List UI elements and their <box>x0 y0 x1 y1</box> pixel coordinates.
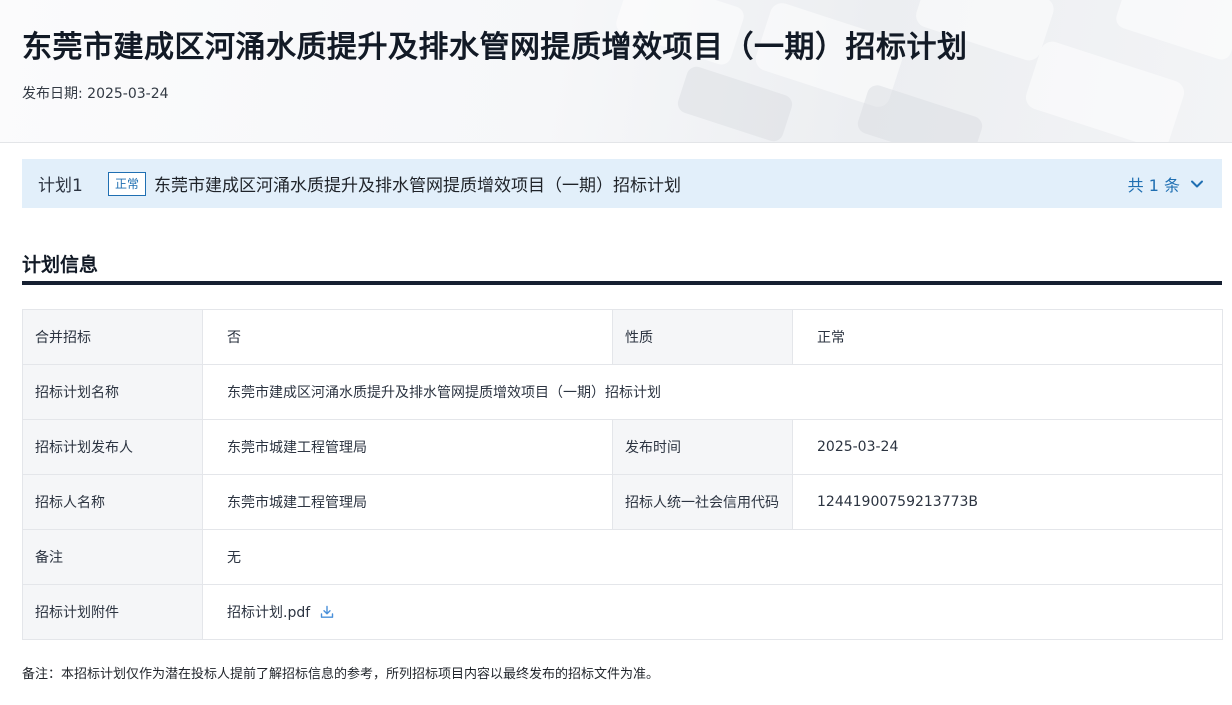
chevron-down-icon[interactable] <box>1190 177 1204 191</box>
section-title: 计划信息 <box>22 254 99 276</box>
attachment-link[interactable]: 招标计划.pdf <box>227 602 334 622</box>
nature-value: 正常 <box>792 309 1223 365</box>
publish-date: 发布日期: 2025-03-24 <box>22 86 169 102</box>
plan-name-label: 招标计划名称 <box>22 364 203 420</box>
publisher-value: 东莞市城建工程管理局 <box>202 419 613 475</box>
plan-count-label: 共 1 条 <box>1127 175 1180 195</box>
credit-code-value: 12441900759213773B <box>792 474 1223 530</box>
table-row: 招标人名称 东莞市城建工程管理局 招标人统一社会信用代码 12441900759… <box>22 474 1223 530</box>
table-row: 招标计划名称 东莞市建成区河涌水质提升及排水管网提质增效项目（一期）招标计划 <box>22 364 1223 420</box>
merged-tender-value: 否 <box>202 309 613 365</box>
plan-info-table: 合并招标 否 性质 正常 招标计划名称 东莞市建成区河涌水质提升及排水管网提质增… <box>22 309 1223 640</box>
merged-tender-label: 合并招标 <box>22 309 203 365</box>
plan-name-value: 东莞市建成区河涌水质提升及排水管网提质增效项目（一期）招标计划 <box>202 364 1223 420</box>
page-title: 东莞市建成区河涌水质提升及排水管网提质增效项目（一期）招标计划 <box>22 30 968 65</box>
remark-value: 无 <box>202 529 1223 585</box>
publish-time-label: 发布时间 <box>612 419 793 475</box>
plan-index: 计划1 <box>38 176 83 196</box>
attachment-filename[interactable]: 招标计划.pdf <box>227 602 310 622</box>
plan-selector-bar[interactable]: 计划1 正常 东莞市建成区河涌水质提升及排水管网提质增效项目（一期）招标计划 共… <box>22 159 1222 208</box>
status-badge: 正常 <box>108 171 147 196</box>
nature-label: 性质 <box>612 309 793 365</box>
plan-name: 东莞市建成区河涌水质提升及排水管网提质增效项目（一期）招标计划 <box>154 176 682 196</box>
publish-time-value: 2025-03-24 <box>792 419 1223 475</box>
table-row: 招标计划附件 招标计划.pdf <box>22 584 1223 640</box>
plan-count-toggle[interactable]: 共 1 条 <box>1128 172 1204 196</box>
table-row: 招标计划发布人 东莞市城建工程管理局 发布时间 2025-03-24 <box>22 419 1223 475</box>
attachment-cell: 招标计划.pdf <box>202 584 1223 640</box>
table-row: 备注 无 <box>22 529 1223 585</box>
section-divider <box>22 281 1222 285</box>
page-header: 东莞市建成区河涌水质提升及排水管网提质增效项目（一期）招标计划 发布日期: 20… <box>0 0 1232 143</box>
tenderer-name-value: 东莞市城建工程管理局 <box>202 474 613 530</box>
tenderer-name-label: 招标人名称 <box>22 474 203 530</box>
credit-code-label: 招标人统一社会信用代码 <box>612 474 793 530</box>
download-icon[interactable] <box>320 605 334 619</box>
disclaimer-note: 备注：本招标计划仅作为潜在投标人提前了解招标信息的参考，所列招标项目内容以最终发… <box>22 667 660 682</box>
table-row: 合并招标 否 性质 正常 <box>22 309 1223 365</box>
publisher-label: 招标计划发布人 <box>22 419 203 475</box>
remark-label: 备注 <box>22 529 203 585</box>
attachment-label: 招标计划附件 <box>22 584 203 640</box>
